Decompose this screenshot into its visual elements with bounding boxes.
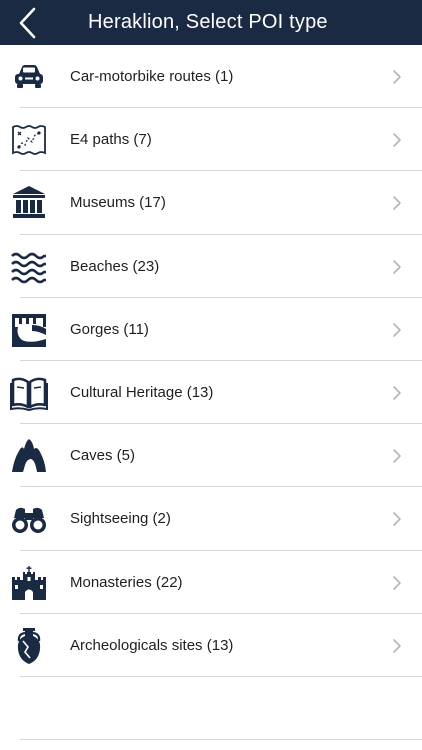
car-icon [10,58,48,96]
chevron-right-icon [393,512,401,527]
list-item-car-motorbike-routes[interactable]: Car-motorbike routes (1) [0,45,422,109]
list-item-label: Gorges (11) [70,320,149,338]
list-item-label: Car-motorbike routes (1) [70,68,234,85]
chevron-right-icon [393,575,401,590]
book-icon [10,374,48,412]
list-item-caves[interactable]: Caves (5) [0,424,422,488]
list-item-monasteries[interactable]: Monasteries (22) [0,551,422,614]
poi-type-list: Car-motorbike routes (1) E4 paths (7) Mu… [0,45,422,678]
list-item-label: Beaches (23) [70,257,160,275]
list-item-archeologicals-sites[interactable]: Archeologicals sites (13) [0,614,422,678]
cave-icon [10,437,48,475]
chevron-right-icon [393,196,401,211]
list-item-e4-paths[interactable]: E4 paths (7) [0,108,422,172]
chevron-left-icon [19,7,36,39]
list-item-sightseeing[interactable]: Sightseeing (2) [0,487,422,551]
list-item-label: Cultural Heritage (13) [70,383,214,401]
back-button[interactable] [14,6,44,40]
chevron-right-icon [393,386,401,400]
divider [20,739,422,740]
chevron-right-icon [393,133,401,147]
page-title: Heraklion, Select POI type [88,11,328,33]
monastery-icon [10,564,48,602]
list-item-museums[interactable]: Museums (17) [0,171,422,235]
gorge-icon [10,311,48,349]
map-icon [10,121,48,159]
chevron-right-icon [393,70,401,84]
chevron-right-icon [393,449,401,463]
chevron-right-icon [393,322,401,337]
list-item-gorges[interactable]: Gorges (11) [0,298,422,362]
list-item-label: Monasteries (22) [70,573,183,591]
chevron-right-icon [393,638,401,653]
navigation-bar: Heraklion, Select POI type [0,0,422,45]
waves-icon [10,248,48,286]
museum-icon [10,184,48,222]
amphora-icon [10,627,48,665]
list-item-cultural-heritage[interactable]: Cultural Heritage (13) [0,361,422,425]
binoculars-icon [10,500,48,538]
chevron-right-icon [393,259,401,274]
list-item-beaches[interactable]: Beaches (23) [0,235,422,298]
list-item-label: Caves (5) [70,447,136,465]
list-item-label: Sightseeing (2) [70,510,171,528]
list-item-label: Archeologicals sites (13) [70,636,234,654]
list-item-label: E4 paths (7) [70,131,152,149]
list-item-label: Museums (17) [70,194,166,212]
